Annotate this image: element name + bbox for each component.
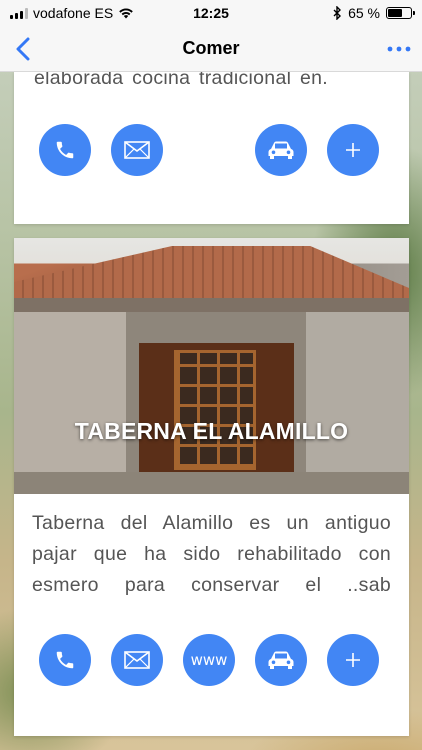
wifi-icon: [119, 8, 133, 19]
restaurant-card: TABERNA EL ALAMILLO Taberna del Alamillo…: [14, 238, 409, 736]
directions-button[interactable]: [255, 634, 307, 686]
back-button[interactable]: [8, 34, 38, 64]
directions-button[interactable]: [255, 124, 307, 176]
photo-door: [174, 350, 256, 470]
phone-icon: [56, 651, 74, 669]
photo-eave: [14, 298, 409, 312]
more-options-button[interactable]: [386, 36, 412, 62]
photo-ground: [14, 472, 409, 494]
page-title: Comer: [182, 38, 240, 58]
navigation-bar: Comer: [0, 26, 422, 72]
more-info-button[interactable]: [327, 634, 379, 686]
restaurant-photo[interactable]: TABERNA EL ALAMILLO: [14, 238, 409, 494]
web-icon: www: [190, 651, 228, 669]
signal-strength-icon: [10, 7, 28, 19]
email-button[interactable]: [111, 124, 163, 176]
device-status: 65 %: [333, 5, 415, 21]
more-dots-icon: [387, 46, 411, 52]
restaurant-name: TABERNA EL ALAMILLO: [74, 418, 349, 444]
chevron-left-icon: [16, 37, 30, 61]
status-bar: vodafone ES 12:25 65 %: [0, 0, 422, 26]
call-button[interactable]: [39, 634, 91, 686]
photo-wall: [14, 312, 132, 494]
card-description: Taberna del Alamillo es un antiguo pajar…: [32, 512, 391, 596]
mail-icon: [124, 651, 150, 669]
battery-level: [388, 9, 403, 17]
carrier-info: vodafone ES: [10, 5, 134, 21]
call-button[interactable]: [39, 124, 91, 176]
phone-icon: [56, 141, 74, 159]
battery-percent: 65 %: [348, 5, 380, 21]
email-button[interactable]: [111, 634, 163, 686]
restaurant-card: elaborada cocina tradicional en.: [14, 67, 409, 224]
more-info-button[interactable]: [327, 124, 379, 176]
card-actions: www: [14, 634, 409, 688]
car-icon: [268, 141, 294, 159]
plus-icon: [346, 143, 360, 157]
plus-icon: [346, 653, 360, 667]
car-icon: [268, 651, 294, 669]
bluetooth-icon: [333, 6, 342, 20]
card-actions: [14, 124, 409, 178]
photo-wall: [299, 312, 409, 494]
photo-roof: [14, 246, 409, 306]
battery-icon: [386, 7, 415, 19]
mail-icon: [124, 141, 150, 159]
website-button[interactable]: www: [183, 634, 235, 686]
carrier-name: vodafone ES: [33, 5, 114, 21]
